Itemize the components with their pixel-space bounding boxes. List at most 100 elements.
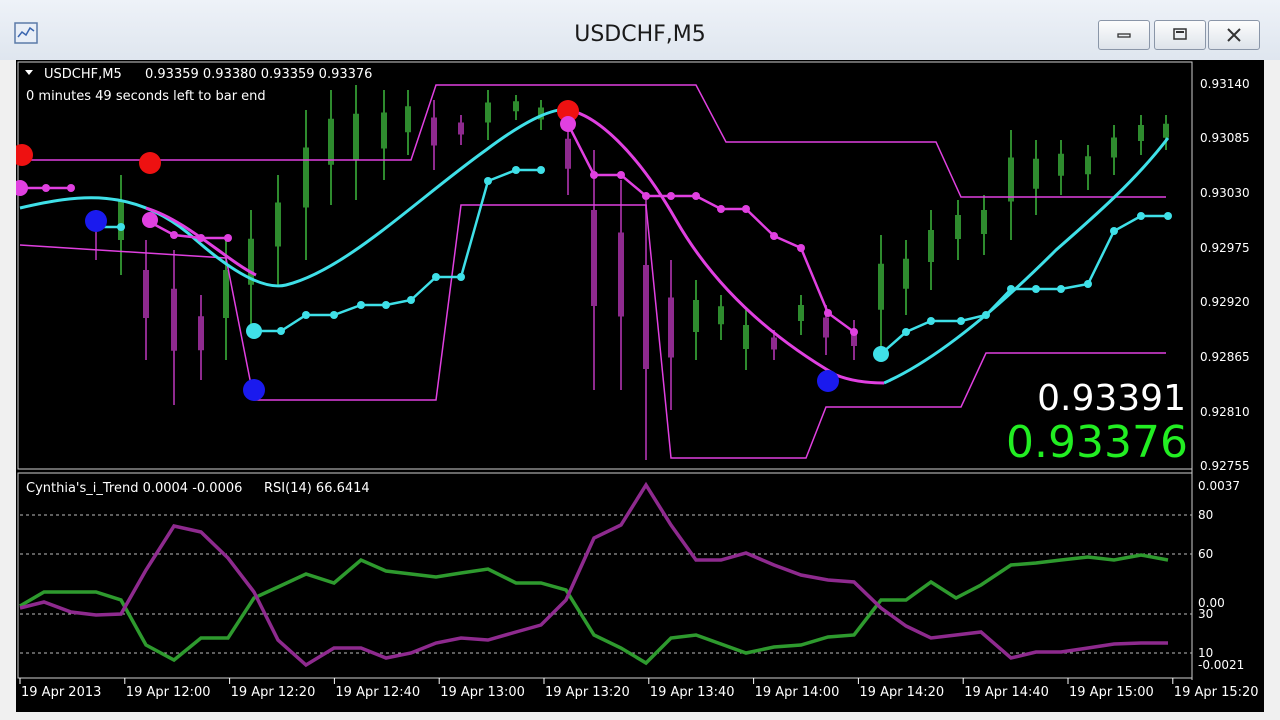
price-axis-label: 0.93140 (1200, 77, 1250, 91)
buy-signal-marker (817, 370, 839, 392)
cyan-signal-line-dot (512, 166, 520, 174)
candle-body (513, 101, 519, 112)
sub-axis-label: 0.0037 (1198, 479, 1240, 493)
cyan-signal-line-dot (902, 328, 910, 336)
main-panel-border (17, 61, 1193, 470)
candle-body (1085, 156, 1091, 175)
buy-signal-marker (243, 379, 265, 401)
candle-body (458, 122, 464, 135)
cyan-signal-line (254, 168, 541, 333)
candle-body (878, 263, 884, 310)
buy-signal-marker (85, 210, 107, 232)
price-axis-label: 0.92810 (1200, 405, 1250, 419)
time-axis-label: 19 Apr 14:20 (859, 685, 944, 700)
collapse-triangle-icon[interactable] (25, 70, 33, 75)
time-axis-label: 19 Apr 12:00 (126, 685, 211, 700)
candle-body (565, 138, 571, 169)
candle-body (431, 117, 437, 146)
candle-body (118, 200, 124, 240)
candle-body (643, 265, 649, 369)
candle-body (1163, 123, 1169, 138)
sub-axis-label: -0.0021 (1198, 658, 1244, 672)
window-title: USDCHF,M5 (574, 22, 706, 47)
magenta-signal-line-dot (717, 205, 725, 213)
candle-body (303, 147, 309, 208)
cyan-signal-line-dot (357, 301, 365, 309)
cyan-ma-line (883, 137, 1170, 385)
candle-body (143, 270, 149, 318)
sub-axis-label: 60 (1198, 547, 1213, 561)
close-icon (1227, 28, 1241, 42)
time-axis: 19 Apr 2013 19 Apr 12:00 19 Apr 12:20 19 Ap… (19, 678, 1259, 700)
cyan-signal-line-dot (1137, 212, 1145, 220)
rsi-label: RSI(14) 66.6414 (264, 481, 370, 496)
sub-indicator-layer (19, 481, 1169, 668)
cyan-signal-marker (246, 323, 262, 339)
cyan-signal-line-dot (382, 301, 390, 309)
cyan-signal-line-dot (537, 166, 545, 174)
magenta-signal-line-dot (692, 192, 700, 200)
candle-body (928, 230, 934, 262)
magenta-signal-line-dot (617, 171, 625, 179)
candle-body (381, 112, 387, 149)
minimize-button[interactable] (1098, 20, 1150, 50)
candle-body (198, 316, 204, 351)
magenta-signal-marker (560, 116, 576, 132)
cyan-signal-line-dot (957, 317, 965, 325)
magenta-signal-line-dot (824, 309, 832, 317)
candle-body (485, 102, 491, 123)
magenta-signal-line-dot (170, 231, 178, 239)
candle-body (223, 270, 229, 318)
time-axis-label: 19 Apr 15:20 (1174, 685, 1259, 700)
cyan-signal-line-dot (330, 311, 338, 319)
time-axis-label: 19 Apr 2013 (21, 685, 101, 700)
maximize-button[interactable] (1154, 20, 1206, 50)
candle-body (171, 288, 177, 351)
candle-body (1033, 158, 1039, 189)
candle-body (981, 210, 987, 234)
time-axis-label: 19 Apr 13:40 (650, 685, 735, 700)
cyan-ma-line (19, 107, 577, 288)
time-axis-label: 19 Apr 14:00 (755, 685, 840, 700)
price-axis-label: 0.92975 (1200, 241, 1250, 255)
candles-layer (95, 85, 1169, 460)
magenta-signal-line-dot (67, 184, 75, 192)
price-axis-label: 0.93085 (1200, 131, 1250, 145)
sell-signal-marker (139, 152, 161, 174)
magenta-signal-line (566, 123, 855, 334)
cyan-signal-line-dot (277, 327, 285, 335)
magenta-signal-line-dot (667, 192, 675, 200)
candle-body (743, 325, 749, 349)
price-axis-label: 0.92920 (1200, 295, 1250, 309)
sub-axis-label: 80 (1198, 508, 1213, 522)
window-titlebar[interactable]: USDCHF,M5 (0, 0, 1280, 60)
cyan-signal-line-dot (1164, 212, 1172, 220)
cyan-signal-line-dot (1007, 285, 1015, 293)
price-axis-label: 0.93030 (1200, 186, 1250, 200)
minimize-icon (1117, 33, 1131, 38)
time-axis-label: 19 Apr 13:00 (440, 685, 525, 700)
time-axis-label: 19 Apr 14:40 (964, 685, 1049, 700)
cyan-signal-line (880, 214, 1168, 355)
close-button[interactable] (1208, 20, 1260, 50)
candle-body (771, 337, 777, 350)
time-axis-label: 19 Apr 12:40 (335, 685, 420, 700)
price-axis-label: 0.92755 (1200, 459, 1250, 473)
candle-body (1008, 157, 1014, 202)
cyan-signal-line-dot (302, 311, 310, 319)
cyan-signal-line-dot (927, 317, 935, 325)
magenta-signal-line-dot (197, 234, 205, 242)
candle-body (823, 317, 829, 338)
bid-price: 0.93391 (1037, 378, 1186, 419)
candle-body (798, 305, 804, 321)
magenta-signal-marker (12, 180, 28, 196)
sell-signal-marker (11, 144, 33, 166)
candle-body (693, 300, 699, 332)
chart-window[interactable]: USDCHF,M5 0.93359 0.93380 0.93359 0.9337… (11, 60, 1264, 712)
candle-body (955, 215, 961, 239)
magenta-signal-line-dot (850, 328, 858, 336)
symbol-label: USDCHF,M5 (44, 67, 122, 82)
magenta-signal-line-dot (224, 234, 232, 242)
sub-axis-label: 30 (1198, 607, 1213, 621)
candle-body (903, 258, 909, 289)
